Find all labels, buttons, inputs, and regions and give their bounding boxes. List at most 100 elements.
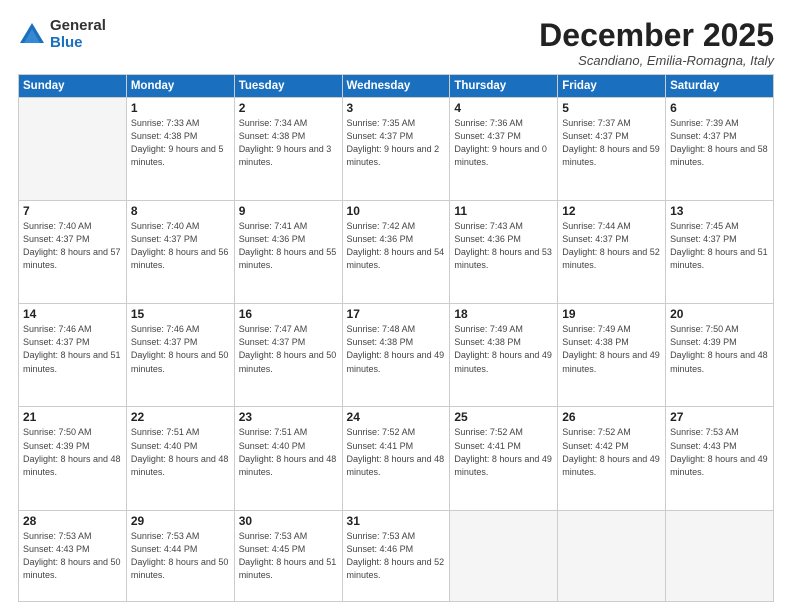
day-number: 23 <box>239 410 338 424</box>
calendar-cell: 17Sunrise: 7:48 AMSunset: 4:38 PMDayligh… <box>342 304 450 407</box>
calendar-cell: 20 Sunrise: 7:50 AMSunset: 4:39 PMDayligh… <box>666 304 774 407</box>
day-info: Sunrise: 7:41 AMSunset: 4:36 PMDaylight:… <box>239 220 338 272</box>
day-number: 28 <box>23 514 122 528</box>
calendar-header-saturday: Saturday <box>666 75 774 98</box>
calendar-cell: 2 Sunrise: 7:34 AMSunset: 4:38 PMDaylight… <box>234 98 342 201</box>
day-number: 1 <box>131 101 230 115</box>
day-number: 14 <box>23 307 122 321</box>
logo-blue: Blue <box>50 35 106 52</box>
day-number: 18 <box>454 307 553 321</box>
calendar-week-4: 21 Sunrise: 7:50 AMSunset: 4:39 PMDayligh… <box>19 407 774 510</box>
day-number: 26 <box>562 410 661 424</box>
day-number: 21 <box>23 410 122 424</box>
calendar-cell <box>558 510 666 601</box>
logo-text: General Blue <box>50 18 106 51</box>
day-info: Sunrise: 7:34 AMSunset: 4:38 PMDaylight:… <box>239 117 338 169</box>
calendar-header-thursday: Thursday <box>450 75 558 98</box>
day-info: Sunrise: 7:47 AMSunset: 4:37 PMDaylight:… <box>239 323 338 375</box>
day-number: 11 <box>454 204 553 218</box>
day-info: Sunrise: 7:53 AMSunset: 4:43 PMDaylight:… <box>23 530 122 582</box>
location: Scandiano, Emilia-Romagna, Italy <box>539 53 774 68</box>
day-number: 29 <box>131 514 230 528</box>
day-number: 30 <box>239 514 338 528</box>
month-title: December 2025 <box>539 18 774 53</box>
calendar-cell: 15 Sunrise: 7:46 AMSunset: 4:37 PMDayligh… <box>126 304 234 407</box>
day-info: Sunrise: 7:44 AMSunset: 4:37 PMDaylight:… <box>562 220 661 272</box>
day-number: 24 <box>347 410 446 424</box>
calendar-header-tuesday: Tuesday <box>234 75 342 98</box>
calendar-cell: 21 Sunrise: 7:50 AMSunset: 4:39 PMDayligh… <box>19 407 127 510</box>
day-number: 22 <box>131 410 230 424</box>
calendar-cell: 7Sunrise: 7:40 AMSunset: 4:37 PMDaylight… <box>19 201 127 304</box>
calendar-cell: 31 Sunrise: 7:53 AMSunset: 4:46 PMDayligh… <box>342 510 450 601</box>
calendar-header-sunday: Sunday <box>19 75 127 98</box>
calendar-cell <box>450 510 558 601</box>
calendar-week-5: 28 Sunrise: 7:53 AMSunset: 4:43 PMDayligh… <box>19 510 774 601</box>
day-info: Sunrise: 7:49 AMSunset: 4:38 PMDaylight:… <box>562 323 661 375</box>
calendar-cell: 6Sunrise: 7:39 AMSunset: 4:37 PMDaylight… <box>666 98 774 201</box>
calendar-table: SundayMondayTuesdayWednesdayThursdayFrid… <box>18 74 774 602</box>
logo: General Blue <box>18 18 106 51</box>
day-info: Sunrise: 7:46 AMSunset: 4:37 PMDaylight:… <box>131 323 230 375</box>
day-number: 13 <box>670 204 769 218</box>
calendar-cell: 1Sunrise: 7:33 AMSunset: 4:38 PMDaylight… <box>126 98 234 201</box>
day-info: Sunrise: 7:52 AMSunset: 4:42 PMDaylight:… <box>562 426 661 478</box>
calendar-cell <box>666 510 774 601</box>
day-info: Sunrise: 7:52 AMSunset: 4:41 PMDaylight:… <box>347 426 446 478</box>
calendar-cell: 22Sunrise: 7:51 AMSunset: 4:40 PMDayligh… <box>126 407 234 510</box>
day-info: Sunrise: 7:53 AMSunset: 4:46 PMDaylight:… <box>347 530 446 582</box>
logo-icon <box>18 21 46 49</box>
calendar-cell: 18Sunrise: 7:49 AMSunset: 4:38 PMDayligh… <box>450 304 558 407</box>
calendar-header-row: SundayMondayTuesdayWednesdayThursdayFrid… <box>19 75 774 98</box>
calendar-week-2: 7Sunrise: 7:40 AMSunset: 4:37 PMDaylight… <box>19 201 774 304</box>
day-number: 9 <box>239 204 338 218</box>
page: General Blue December 2025 Scandiano, Em… <box>0 0 792 612</box>
day-number: 4 <box>454 101 553 115</box>
calendar-cell: 29 Sunrise: 7:53 AMSunset: 4:44 PMDayligh… <box>126 510 234 601</box>
day-info: Sunrise: 7:39 AMSunset: 4:37 PMDaylight:… <box>670 117 769 169</box>
calendar-cell: 12Sunrise: 7:44 AMSunset: 4:37 PMDayligh… <box>558 201 666 304</box>
calendar-cell: 25 Sunrise: 7:52 AMSunset: 4:41 PMDayligh… <box>450 407 558 510</box>
day-number: 15 <box>131 307 230 321</box>
calendar-header-friday: Friday <box>558 75 666 98</box>
day-number: 10 <box>347 204 446 218</box>
day-info: Sunrise: 7:45 AMSunset: 4:37 PMDaylight:… <box>670 220 769 272</box>
calendar-cell: 3Sunrise: 7:35 AMSunset: 4:37 PMDaylight… <box>342 98 450 201</box>
day-info: Sunrise: 7:42 AMSunset: 4:36 PMDaylight:… <box>347 220 446 272</box>
day-info: Sunrise: 7:40 AMSunset: 4:37 PMDaylight:… <box>131 220 230 272</box>
title-block: December 2025 Scandiano, Emilia-Romagna,… <box>539 18 774 68</box>
calendar-header-wednesday: Wednesday <box>342 75 450 98</box>
day-number: 27 <box>670 410 769 424</box>
day-number: 5 <box>562 101 661 115</box>
day-info: Sunrise: 7:50 AMSunset: 4:39 PMDaylight:… <box>670 323 769 375</box>
calendar-cell: 11 Sunrise: 7:43 AMSunset: 4:36 PMDayligh… <box>450 201 558 304</box>
day-info: Sunrise: 7:36 AMSunset: 4:37 PMDaylight:… <box>454 117 553 169</box>
day-number: 19 <box>562 307 661 321</box>
day-info: Sunrise: 7:50 AMSunset: 4:39 PMDaylight:… <box>23 426 122 478</box>
day-info: Sunrise: 7:48 AMSunset: 4:38 PMDaylight:… <box>347 323 446 375</box>
day-info: Sunrise: 7:43 AMSunset: 4:36 PMDaylight:… <box>454 220 553 272</box>
day-info: Sunrise: 7:53 AMSunset: 4:44 PMDaylight:… <box>131 530 230 582</box>
calendar-cell: 24 Sunrise: 7:52 AMSunset: 4:41 PMDayligh… <box>342 407 450 510</box>
calendar-cell: 26 Sunrise: 7:52 AMSunset: 4:42 PMDayligh… <box>558 407 666 510</box>
calendar-cell: 5 Sunrise: 7:37 AMSunset: 4:37 PMDaylight… <box>558 98 666 201</box>
day-number: 16 <box>239 307 338 321</box>
day-number: 25 <box>454 410 553 424</box>
day-info: Sunrise: 7:53 AMSunset: 4:43 PMDaylight:… <box>670 426 769 478</box>
calendar-cell: 8 Sunrise: 7:40 AMSunset: 4:37 PMDaylight… <box>126 201 234 304</box>
day-info: Sunrise: 7:52 AMSunset: 4:41 PMDaylight:… <box>454 426 553 478</box>
calendar-cell: 9 Sunrise: 7:41 AMSunset: 4:36 PMDaylight… <box>234 201 342 304</box>
day-number: 8 <box>131 204 230 218</box>
header: General Blue December 2025 Scandiano, Em… <box>18 18 774 68</box>
day-number: 20 <box>670 307 769 321</box>
day-info: Sunrise: 7:37 AMSunset: 4:37 PMDaylight:… <box>562 117 661 169</box>
calendar-cell: 13 Sunrise: 7:45 AMSunset: 4:37 PMDayligh… <box>666 201 774 304</box>
calendar-cell: 16 Sunrise: 7:47 AMSunset: 4:37 PMDayligh… <box>234 304 342 407</box>
day-number: 31 <box>347 514 446 528</box>
day-number: 2 <box>239 101 338 115</box>
calendar-cell: 30Sunrise: 7:53 AMSunset: 4:45 PMDayligh… <box>234 510 342 601</box>
day-number: 3 <box>347 101 446 115</box>
calendar-week-1: 1Sunrise: 7:33 AMSunset: 4:38 PMDaylight… <box>19 98 774 201</box>
day-info: Sunrise: 7:46 AMSunset: 4:37 PMDaylight:… <box>23 323 122 375</box>
calendar-cell: 27 Sunrise: 7:53 AMSunset: 4:43 PMDayligh… <box>666 407 774 510</box>
